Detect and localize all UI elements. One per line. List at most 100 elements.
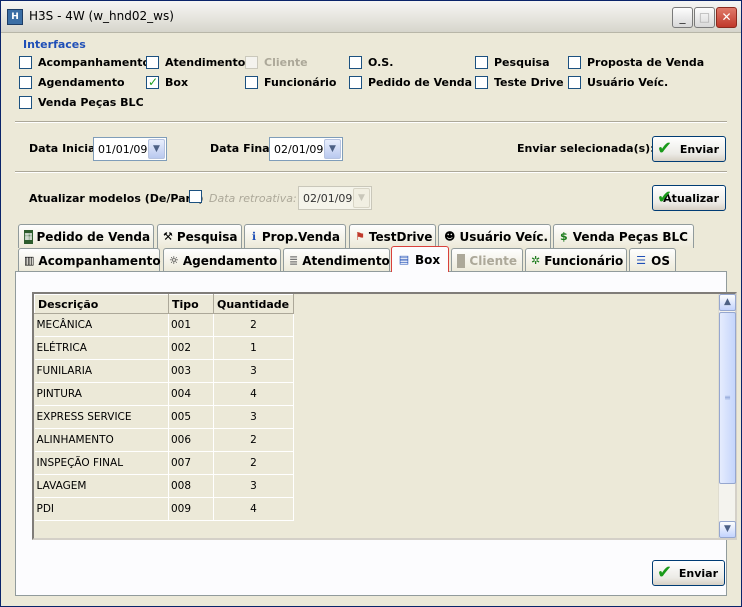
tab-acompanhamento[interactable]: ▥ Acompanhamento [18,248,161,272]
tab-usuario-veic[interactable]: ☻ Usuário Veíc. [438,224,551,248]
checkbox-box[interactable] [475,56,488,69]
table-row[interactable]: ALINHAMENTO 006 2 [34,428,294,452]
calendar-icon: ☼ [169,253,179,267]
checkbox-box[interactable] [568,56,581,69]
film-icon: ▥ [24,253,35,267]
tab-pedido-de-venda[interactable]: ▦ Pedido de Venda [18,224,154,248]
tab-box[interactable]: ▤ Box [391,246,449,272]
table-row[interactable]: PINTURA 004 4 [34,382,294,406]
checkbox-box[interactable] [19,96,32,109]
column-header-tipo[interactable]: Tipo [168,294,214,314]
footer-send-button[interactable]: ✔ Enviar [652,560,725,586]
app-icon: H [7,9,23,25]
scroll-up-icon[interactable]: ▲ [719,294,736,311]
cell-tipo: 009 [168,497,214,521]
tab-prop-venda[interactable]: ℹ Prop.Venda [244,224,346,248]
checkbox-label: Proposta de Venda [587,56,705,69]
checkbox-acompanhamento[interactable]: Acompanhamento [19,56,150,69]
table-row[interactable]: ELÉTRICA 002 1 [34,336,294,360]
tab-os[interactable]: ☰ OS [629,248,676,272]
checkbox-label: Venda Peças BLC [38,96,144,109]
checkbox-funcionario[interactable]: Funcionário [245,76,336,89]
close-button[interactable]: ✕ [716,7,737,28]
checkbox-box[interactable] [19,56,32,69]
checkbox-box[interactable] [245,76,258,89]
tab-agendamento[interactable]: ☼ Agendamento [163,248,281,272]
tab-funcionario[interactable]: ✲ Funcionário [525,248,627,272]
cell-descricao: FUNILARIA [34,359,169,383]
checkbox-box[interactable] [146,56,159,69]
cell-quantidade: 3 [213,405,294,429]
vertical-scrollbar[interactable]: ▲ ≡ ▼ [718,294,736,538]
tab-label: Atendimento [302,253,390,268]
table-row[interactable]: INSPEÇÃO FINAL 007 2 [34,451,294,475]
checkbox-pedido-de-venda[interactable]: Pedido de Venda [349,76,472,89]
table-row[interactable]: LAVAGEM 008 3 [34,474,294,498]
database-icon: ≣ [289,253,299,267]
column-header-descricao[interactable]: Descrição [34,294,169,314]
checkbox-box[interactable] [189,190,202,203]
checkbox-label: Pedido de Venda [368,76,473,89]
cell-descricao: INSPEÇÃO FINAL [34,451,169,475]
checkbox-pesquisa[interactable]: Pesquisa [475,56,550,69]
checkbox-box[interactable] [568,76,581,89]
window-title: H3S - 4W (w_hnd02_ws) [29,9,174,23]
maximize-button[interactable]: □ [694,7,715,28]
checkbox-usuario-veic[interactable]: Usuário Veíc. [568,76,668,89]
end-date-label: Data Final: [210,142,278,155]
checkbox-box[interactable] [349,56,362,69]
table-row[interactable]: MECÂNICA 001 2 [34,313,294,337]
scroll-down-icon[interactable]: ▼ [719,521,736,538]
table-row[interactable]: PDI 009 4 [34,497,294,521]
tab-label: Pesquisa [176,229,238,244]
cell-quantidade: 2 [213,313,294,337]
cell-quantidade: 3 [213,359,294,383]
checkbox-agendamento[interactable]: Agendamento [19,76,125,89]
update-button[interactable]: ✔ Atualizar [652,185,726,211]
checkbox-label: Box [165,76,189,89]
checkbox-box[interactable] [475,76,488,89]
checkmark-icon: ✔ [657,138,673,159]
title-bar[interactable]: H H3S - 4W (w_hnd02_ws) _ □ ✕ [1,1,741,33]
checkbox-os[interactable]: O.S. [349,56,393,69]
cell-quantidade: 4 [213,497,294,521]
data-grid[interactable]: Descrição Tipo Quantidade MECÂNICA 001 2… [32,292,737,540]
table-row[interactable]: FUNILARIA 003 3 [34,359,294,383]
checkbox-box[interactable] [146,75,159,89]
cell-quantidade: 2 [213,428,294,452]
checkbox-proposta-de-venda[interactable]: Proposta de Venda [568,56,704,69]
tab-pesquisa[interactable]: ⚒ Pesquisa [157,224,242,248]
checkbox-teste-drive[interactable]: Teste Drive [475,76,564,89]
tab-label: Cliente [469,253,517,268]
checkbox-label: Atendimento [165,56,246,69]
chevron-down-icon[interactable]: ▼ [148,139,165,159]
separator [15,171,727,173]
update-models-label: Atualizar modelos (De/Para) [29,192,204,205]
table-header-row: Descrição Tipo Quantidade [34,294,294,314]
chevron-down-icon[interactable]: ▼ [324,139,341,159]
send-button[interactable]: ✔ Enviar [652,136,726,162]
cell-tipo: 001 [168,313,214,337]
tab-label: Prop.Venda [261,229,340,244]
minimize-button[interactable]: _ [672,7,693,28]
table-row[interactable]: EXPRESS SERVICE 005 3 [34,405,294,429]
cell-tipo: 003 [168,359,214,383]
tab-atendimento[interactable]: ≣ Atendimento [283,248,390,272]
checkbox-label: Agendamento [38,76,125,89]
send-button-label: Enviar [679,142,719,156]
scrollbar-thumb[interactable]: ≡ [719,312,736,484]
checkbox-atendimento[interactable]: Atendimento [146,56,245,69]
column-header-quantidade[interactable]: Quantidade [213,294,294,314]
checkbox-box[interactable] [19,76,32,89]
tab-testdrive[interactable]: ⚑ TestDrive [349,224,436,248]
tab-venda-pecas-blc[interactable]: $ Venda Peças BLC [553,224,694,248]
checkbox-label: Pesquisa [494,56,550,69]
start-date-field[interactable]: 01/01/09 ▼ [93,137,167,161]
checkbox-box[interactable] [349,76,362,89]
cell-descricao: MECÂNICA [34,313,169,337]
update-models-checkbox[interactable] [189,190,202,203]
network-icon: ✲ [531,253,541,267]
end-date-field[interactable]: 02/01/09 ▼ [269,137,343,161]
checkbox-box-interface[interactable]: Box [146,75,189,89]
checkbox-venda-pecas-blc[interactable]: Venda Peças BLC [19,96,144,109]
